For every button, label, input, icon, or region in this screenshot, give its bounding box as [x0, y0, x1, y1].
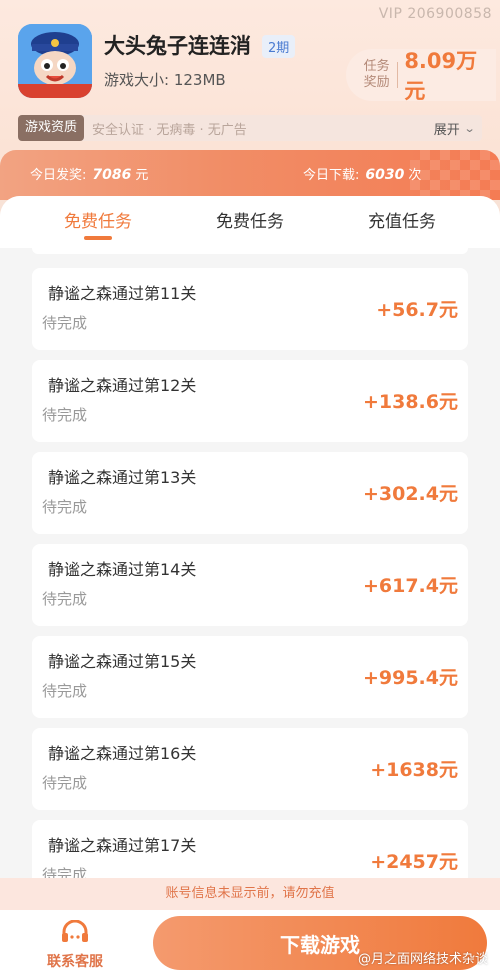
task-reward: +138.6元 — [362, 391, 458, 413]
qualification-tag: 游戏资质 — [18, 115, 85, 141]
game-app-icon — [18, 24, 92, 98]
task-card[interactable]: 静谧之森通过第16关 待完成 +1638元 — [32, 728, 468, 810]
tab-free-tasks-1[interactable]: 免费任务 — [38, 207, 158, 232]
task-name: 静谧之森通过第15关 — [48, 652, 197, 671]
task-status: 待完成 — [42, 406, 88, 424]
expand-label: 展开 — [433, 122, 460, 138]
task-reward: +2457元 — [370, 851, 458, 873]
task-card[interactable]: 静谧之森通过第12关 待完成 +138.6元 — [32, 360, 468, 442]
today-awarded: 今日发奖: 7086 元 — [30, 164, 148, 183]
period-badge: 2期 — [262, 35, 296, 58]
tab-recharge-tasks[interactable]: 充值任务 — [342, 207, 462, 232]
task-reward: +1638元 — [370, 759, 458, 781]
task-card[interactable]: 静谧之森通过第17关 待完成 +2457元 — [32, 820, 468, 886]
task-status: 待完成 — [42, 498, 88, 516]
vip-id: VIP 206900858 — [378, 6, 492, 22]
task-card[interactable]: 静谧之森通过第14关 待完成 +617.4元 — [32, 544, 468, 626]
expand-button[interactable]: 展开 ⌄ — [433, 119, 476, 138]
task-status: 待完成 — [42, 590, 88, 608]
task-name: 静谧之森通过第13关 — [48, 468, 197, 487]
reward-amount: 8.09万元 — [404, 49, 478, 103]
task-card[interactable]: 静谧之森通过第11关 待完成 +56.7元 — [32, 268, 468, 350]
partial-task-card — [32, 248, 468, 254]
task-status: 待完成 — [42, 682, 88, 700]
chevron-down-icon: ⌄ — [463, 121, 476, 135]
task-panel: 免费任务 免费任务 充值任务 静谧之森通过第11关 待完成 +56.7元 静谧之… — [0, 196, 500, 886]
task-name: 静谧之森通过第14关 — [48, 560, 197, 579]
qualification-bar[interactable]: 游戏资质 安全认证 · 无病毒 · 无广告 展开 ⌄ — [18, 115, 482, 141]
game-size: 游戏大小: 123MB — [104, 69, 226, 90]
watermark: @月之面网络技术杂谈 — [357, 952, 488, 967]
task-name: 静谧之森通过第16关 — [48, 744, 197, 763]
task-card[interactable]: 静谧之森通过第13关 待完成 +302.4元 — [32, 452, 468, 534]
today-downloads-value: 6030 — [365, 167, 405, 183]
task-tabs: 免费任务 免费任务 充值任务 — [0, 196, 500, 248]
game-size-value: 123MB — [173, 71, 226, 89]
task-name: 静谧之森通过第17关 — [48, 836, 197, 855]
today-awarded-label: 今日发奖: — [30, 168, 87, 183]
task-reward: +995.4元 — [362, 667, 458, 689]
task-reward: +302.4元 — [362, 483, 458, 505]
task-card[interactable]: 静谧之森通过第15关 待完成 +995.4元 — [32, 636, 468, 718]
active-tab-indicator — [84, 236, 112, 240]
task-reward: +617.4元 — [362, 575, 458, 597]
checker-pattern — [410, 150, 500, 200]
today-downloads-unit: 次 — [408, 168, 422, 183]
today-downloads-label: 今日下载: — [303, 168, 360, 183]
recharge-warning: 账号信息未显示前，请勿充值 — [0, 878, 500, 910]
game-title: 大头兔子连连消 — [104, 34, 251, 58]
task-reward: +56.7元 — [376, 299, 458, 321]
task-name: 静谧之森通过第11关 — [48, 284, 197, 303]
stats-bar: 今日发奖: 7086 元 今日下载: 6030 次 — [0, 150, 500, 200]
today-awarded-unit: 元 — [135, 168, 149, 183]
headset-icon[interactable] — [60, 919, 90, 944]
today-downloads: 今日下载: 6030 次 — [303, 164, 421, 183]
reward-divider — [397, 62, 399, 88]
customer-service-label[interactable]: 联系客服 — [47, 951, 103, 971]
reward-label: 任务奖励 — [363, 59, 390, 90]
task-name: 静谧之森通过第12关 — [48, 376, 197, 395]
task-reward-box: 任务奖励 8.09万元 — [346, 49, 496, 103]
qualification-text: 安全认证 · 无病毒 · 无广告 — [92, 122, 247, 138]
task-status: 待完成 — [42, 314, 88, 332]
game-size-label: 游戏大小: — [104, 71, 170, 89]
task-status: 待完成 — [42, 774, 88, 792]
tab-free-tasks-2[interactable]: 免费任务 — [190, 207, 310, 232]
today-awarded-value: 7086 — [92, 167, 132, 183]
